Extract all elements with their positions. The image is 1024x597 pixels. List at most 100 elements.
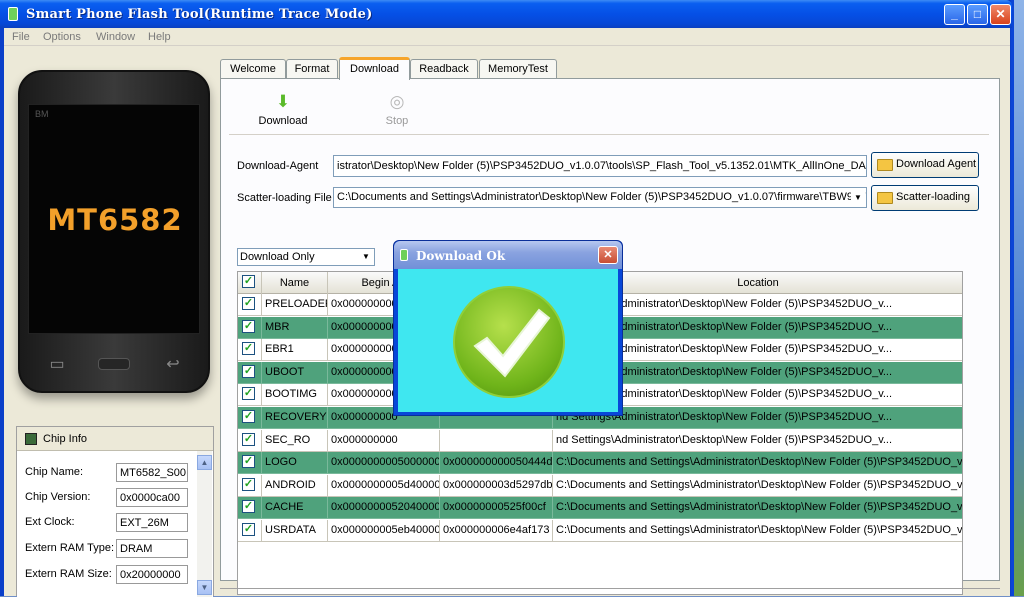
- chip-info-value: EXT_26M: [116, 513, 188, 532]
- checkbox-cell: ✓: [238, 294, 262, 316]
- scroll-up-arrow-icon[interactable]: ▲: [197, 455, 212, 470]
- cell-location: C:\Documents and Settings\Administrator\…: [553, 520, 962, 542]
- checkbox-cell: ✓: [238, 452, 262, 475]
- close-button[interactable]: ✕: [990, 4, 1011, 25]
- cell-location: C:\Documents and Settings\Administrator\…: [553, 497, 962, 520]
- download-agent-button-label: Download Agent: [896, 158, 977, 170]
- maximize-button[interactable]: □: [967, 4, 988, 25]
- checkbox-cell: ✓: [238, 520, 262, 542]
- table-row[interactable]: ✓ SEC_RO 0x000000000 nd Settings\Administra…: [238, 429, 962, 452]
- menu-help[interactable]: Help: [148, 31, 171, 43]
- cell-begin: 0x0000000052040000: [328, 497, 440, 520]
- home-key-icon: [98, 358, 130, 370]
- dialog-title-bar[interactable]: Download Ok ✕: [394, 241, 622, 269]
- checkbox-cell: ✓: [238, 407, 262, 429]
- chevron-down-icon[interactable]: ▼: [851, 189, 865, 206]
- cell-name: CACHE: [262, 497, 328, 520]
- phone-brand: BM: [35, 109, 49, 119]
- cell-name: ANDROID: [262, 474, 328, 497]
- menu-file[interactable]: File: [12, 31, 30, 43]
- row-checkbox[interactable]: ✓: [242, 342, 255, 356]
- cell-end: 0x000000006e4af173: [440, 520, 553, 542]
- select-all-checkbox[interactable]: ✓: [242, 275, 255, 288]
- tab-format[interactable]: Format: [286, 59, 338, 79]
- row-checkbox[interactable]: ✓: [242, 477, 255, 491]
- download-button[interactable]: ⬇ Download: [257, 93, 309, 128]
- checkbox-cell: ✓: [238, 339, 262, 362]
- scroll-down-arrow-icon[interactable]: ▼: [197, 580, 212, 595]
- chip-info-label: Ext Clock:: [25, 516, 75, 528]
- chip-info-label: Extern RAM Size:: [25, 568, 112, 580]
- minimize-button[interactable]: _: [944, 4, 965, 25]
- chip-info-scrollbar[interactable]: ▲ ▼: [197, 451, 212, 597]
- dialog-body: [398, 269, 618, 412]
- status-bar: [220, 588, 1000, 596]
- table-row[interactable]: ✓ ANDROID 0x0000000005d40000 0x000000003d52…: [238, 474, 962, 497]
- checkmark-icon: [453, 286, 565, 398]
- chip-info-label: Chip Name:: [25, 466, 84, 478]
- stop-button[interactable]: ◎ Stop: [377, 93, 417, 128]
- table-row[interactable]: ✓ USRDATA 0x000000005eb40000 0x000000006e4a…: [238, 520, 962, 542]
- phone-illustration: BM MT6582 ▭ ↩: [18, 70, 210, 393]
- chip-info-value: 0x20000000: [116, 565, 188, 584]
- tab-readback[interactable]: Readback: [410, 59, 478, 79]
- menu-window[interactable]: Window: [96, 31, 135, 43]
- tab-memorytest[interactable]: MemoryTest: [479, 59, 557, 79]
- download-toolbar: ⬇ Download ◎ Stop: [229, 87, 989, 135]
- cell-name: BOOTIMG: [262, 384, 328, 407]
- chip-info-label: Chip Version:: [25, 491, 91, 503]
- table-row[interactable]: ✓ LOGO 0x0000000005000000 0x000000000050444…: [238, 452, 962, 475]
- cell-begin: 0x0000000005000000: [328, 452, 440, 475]
- dialog-phone-icon: [400, 249, 408, 261]
- menu-key-icon: ▭: [49, 356, 65, 373]
- cell-end: 0x000000000050444db: [440, 452, 553, 475]
- row-checkbox[interactable]: ✓: [242, 387, 255, 401]
- column-header-name[interactable]: Name: [262, 272, 328, 294]
- stop-button-label: Stop: [385, 115, 409, 127]
- folder-icon: [877, 192, 893, 204]
- row-checkbox[interactable]: ✓: [242, 500, 255, 514]
- row-checkbox[interactable]: ✓: [242, 455, 255, 469]
- cell-name: MBR: [262, 316, 328, 339]
- download-agent-button[interactable]: Download Agent: [871, 152, 979, 178]
- app-phone-icon: [8, 7, 18, 21]
- tab-download[interactable]: Download: [339, 57, 410, 80]
- title-bar[interactable]: Smart Phone Flash Tool(Runtime Trace Mod…: [0, 0, 1012, 28]
- row-checkbox[interactable]: ✓: [242, 364, 255, 378]
- cell-end: [440, 429, 553, 452]
- chip-info-value: DRAM: [116, 539, 188, 558]
- download-mode-select[interactable]: Download Only ▼: [237, 248, 375, 266]
- chip-icon: [25, 433, 37, 445]
- scatter-loading-button-label: Scatter-loading: [896, 191, 970, 203]
- download-button-label: Download: [258, 115, 308, 127]
- scatter-loading-combo[interactable]: C:\Documents and Settings\Administrator\…: [333, 187, 867, 208]
- checkbox-cell: ✓: [238, 474, 262, 497]
- cell-location: C:\Documents and Settings\Administrator\…: [553, 452, 962, 475]
- phone-chip-label: MT6582: [47, 203, 183, 237]
- row-checkbox[interactable]: ✓: [242, 319, 255, 333]
- chevron-down-icon[interactable]: ▼: [359, 250, 373, 264]
- tab-welcome[interactable]: Welcome: [220, 59, 286, 79]
- cell-name: LOGO: [262, 452, 328, 475]
- download-agent-label: Download-Agent: [237, 160, 319, 172]
- cell-location: C:\Documents and Settings\Administrator\…: [553, 475, 962, 497]
- row-checkbox[interactable]: ✓: [242, 410, 255, 423]
- row-checkbox[interactable]: ✓: [242, 432, 255, 446]
- chip-info-value: MT6582_S00: [116, 463, 188, 482]
- scatter-loading-button[interactable]: Scatter-loading: [871, 185, 979, 211]
- table-row[interactable]: ✓ CACHE 0x0000000052040000 0x00000000525f00…: [238, 497, 962, 520]
- phone-screen: BM MT6582: [28, 104, 200, 334]
- row-checkbox[interactable]: ✓: [242, 297, 255, 310]
- menu-options[interactable]: Options: [43, 31, 81, 43]
- dialog-close-button[interactable]: ✕: [598, 246, 618, 264]
- cell-name: UBOOT: [262, 361, 328, 384]
- back-key-icon: ↩: [166, 356, 180, 373]
- download-ok-dialog: Download Ok ✕: [393, 240, 623, 416]
- dialog-title: Download Ok: [416, 249, 506, 263]
- row-checkbox[interactable]: ✓: [242, 523, 255, 536]
- cell-begin: 0x000000000: [328, 429, 440, 452]
- download-mode-value: Download Only: [240, 251, 315, 263]
- download-agent-field[interactable]: istrator\Desktop\New Folder (5)\PSP3452D…: [333, 155, 867, 177]
- cell-begin: 0x0000000005d40000: [328, 474, 440, 497]
- scatter-loading-label: Scatter-loading File: [237, 192, 332, 204]
